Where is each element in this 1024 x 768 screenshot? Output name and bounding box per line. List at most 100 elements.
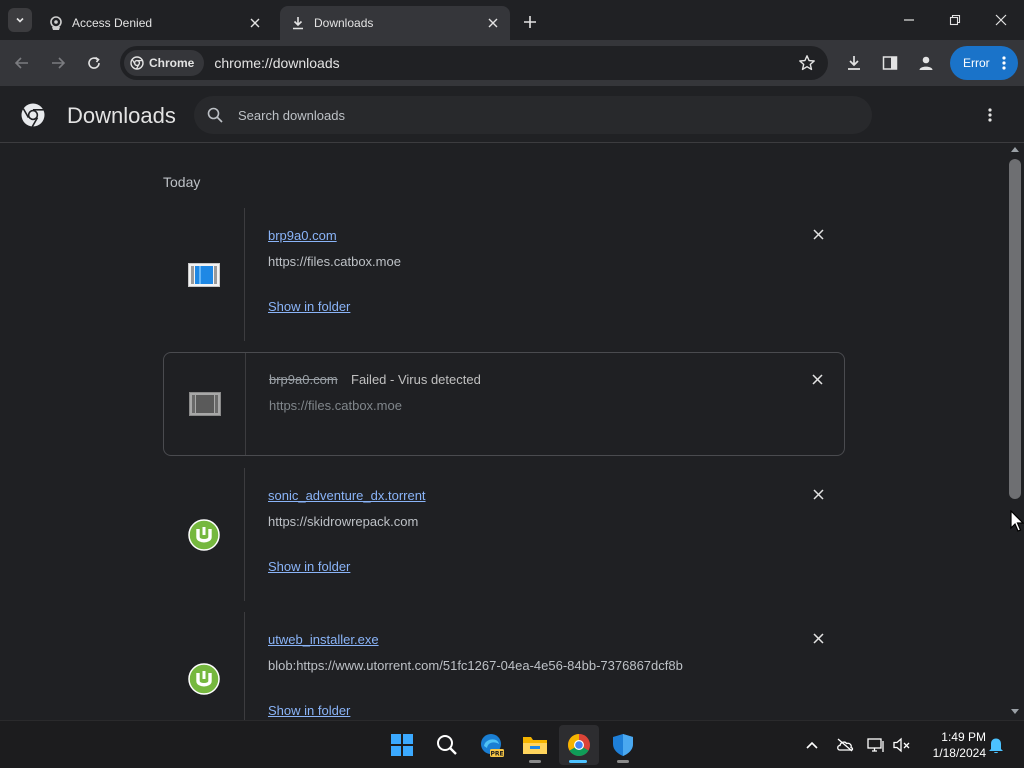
more-vert-icon xyxy=(988,108,992,122)
tab-strip: Access Denied Downloads xyxy=(0,0,1024,40)
start-button[interactable] xyxy=(382,725,422,765)
close-window-button[interactable] xyxy=(978,0,1024,40)
remove-download-button[interactable] xyxy=(808,370,826,388)
profile-button[interactable] xyxy=(912,49,940,77)
date-section-label: Today xyxy=(163,174,201,190)
cloud-offline-icon xyxy=(837,738,854,752)
close-tab-icon[interactable] xyxy=(246,14,264,32)
arrow-left-icon xyxy=(14,57,28,69)
taskbar-search-button[interactable] xyxy=(427,725,467,765)
side-panel-button[interactable] xyxy=(876,49,904,77)
taskbar-edge-beta[interactable]: PRE xyxy=(472,725,512,765)
url-text[interactable]: chrome://downloads xyxy=(214,55,339,71)
bell-icon xyxy=(989,738,1003,754)
tab-title: Access Denied xyxy=(72,16,153,30)
chrome-logo-icon xyxy=(21,103,45,128)
download-file-name-link[interactable]: utweb_installer.exe xyxy=(268,632,379,647)
site-info-chip[interactable]: Chrome xyxy=(124,50,205,76)
minimize-button[interactable] xyxy=(886,0,932,40)
side-panel-icon xyxy=(882,56,898,70)
onedrive-tray-icon[interactable] xyxy=(835,735,855,755)
download-item: sonic_adventure_dx.torrent https://skidr… xyxy=(163,468,845,601)
scroll-up-arrow-icon[interactable] xyxy=(1011,147,1019,152)
remove-download-button[interactable] xyxy=(809,629,827,647)
start-icon xyxy=(391,734,413,756)
address-bar[interactable]: Chrome chrome://downloads xyxy=(120,46,828,80)
download-icon xyxy=(848,56,860,70)
windows-taskbar: PRE 1:49 PM 1/18/2024 xyxy=(0,720,1024,768)
close-icon xyxy=(811,373,823,385)
tab-downloads[interactable]: Downloads xyxy=(280,6,510,40)
reload-icon xyxy=(88,56,100,69)
file-icon-failed xyxy=(188,392,221,416)
defender-icon xyxy=(613,734,633,756)
chevron-up-icon xyxy=(806,741,818,749)
download-item: brp9a0.com https://files.catbox.moe Show… xyxy=(163,208,845,341)
scrollbar-thumb[interactable] xyxy=(1009,159,1021,499)
tab-title: Downloads xyxy=(314,16,374,30)
remove-download-button[interactable] xyxy=(809,225,827,243)
downloads-menu-button[interactable] xyxy=(978,104,1002,126)
downloads-search-box[interactable] xyxy=(194,96,872,134)
page-title: Downloads xyxy=(67,103,176,128)
tab-search-button[interactable] xyxy=(8,8,32,32)
taskbar-chrome[interactable] xyxy=(559,725,599,765)
browser-toolbar: Chrome chrome://downloads Error xyxy=(0,40,1024,86)
close-icon xyxy=(812,228,824,240)
taskbar-windows-security[interactable] xyxy=(603,725,643,765)
mouse-cursor-icon xyxy=(1010,510,1024,532)
chrome-icon xyxy=(568,734,590,756)
arrow-right-icon xyxy=(52,57,66,69)
network-tray-icon[interactable] xyxy=(866,735,886,755)
close-icon xyxy=(812,632,824,644)
system-clock[interactable]: 1:49 PM 1/18/2024 xyxy=(922,729,986,761)
back-button[interactable] xyxy=(8,49,36,77)
page-scrollbar[interactable] xyxy=(1006,143,1024,720)
show-in-folder-link[interactable]: Show in folder xyxy=(268,559,350,574)
volume-tray-icon[interactable] xyxy=(892,735,912,755)
download-file-name-link[interactable]: brp9a0.com xyxy=(268,228,337,243)
chrome-logo-icon xyxy=(130,56,144,70)
site-info-label: Chrome xyxy=(149,56,195,70)
tab-access-denied[interactable]: Access Denied xyxy=(38,6,272,40)
bookmark-star-icon[interactable] xyxy=(798,54,816,72)
forward-button[interactable] xyxy=(44,49,72,77)
download-source-url: https://skidrowrepack.com xyxy=(268,514,419,529)
minimize-icon xyxy=(904,19,914,21)
download-file-name: brp9a0.com xyxy=(269,372,338,387)
restore-icon xyxy=(949,14,961,26)
file-explorer-icon xyxy=(523,737,547,754)
new-tab-button[interactable] xyxy=(518,10,542,34)
close-icon xyxy=(812,488,824,500)
downloads-toolbar-button[interactable] xyxy=(840,49,868,77)
download-item: utweb_installer.exe blob:https://www.uto… xyxy=(163,612,845,720)
show-in-folder-link[interactable]: Show in folder xyxy=(268,299,350,314)
notifications-button[interactable] xyxy=(986,735,1006,755)
show-in-folder-link[interactable]: Show in folder xyxy=(268,703,350,718)
person-icon xyxy=(919,56,933,70)
download-item-failed: brp9a0.com Failed - Virus detected https… xyxy=(163,352,845,456)
svg-text:PRE: PRE xyxy=(490,751,503,758)
more-vert-icon xyxy=(1002,56,1006,70)
download-source-url: blob:https://www.utorrent.com/51fc1267-0… xyxy=(268,658,683,673)
reload-button[interactable] xyxy=(80,49,108,77)
downloads-header: Downloads xyxy=(0,86,1024,143)
downloads-list: Today brp9a0.com https://files.catbox.mo… xyxy=(0,143,1006,720)
download-file-name-link[interactable]: sonic_adventure_dx.torrent xyxy=(268,488,426,503)
restore-button[interactable] xyxy=(932,0,978,40)
utorrent-icon xyxy=(187,518,220,551)
close-tab-icon[interactable] xyxy=(484,14,502,32)
remove-download-button[interactable] xyxy=(809,485,827,503)
close-icon xyxy=(995,14,1007,26)
show-hidden-icons-button[interactable] xyxy=(802,735,822,755)
scroll-down-arrow-icon[interactable] xyxy=(1011,709,1019,714)
search-input[interactable] xyxy=(238,107,798,123)
search-icon xyxy=(207,107,223,123)
profile-error-label: Error xyxy=(963,56,990,70)
profile-error-button[interactable]: Error xyxy=(950,46,1018,80)
download-favicon-icon xyxy=(290,15,306,31)
clock-date: 1/18/2024 xyxy=(932,746,986,760)
speaker-muted-icon xyxy=(893,737,910,753)
download-source-url: https://files.catbox.moe xyxy=(269,398,402,413)
taskbar-file-explorer[interactable] xyxy=(515,725,555,765)
